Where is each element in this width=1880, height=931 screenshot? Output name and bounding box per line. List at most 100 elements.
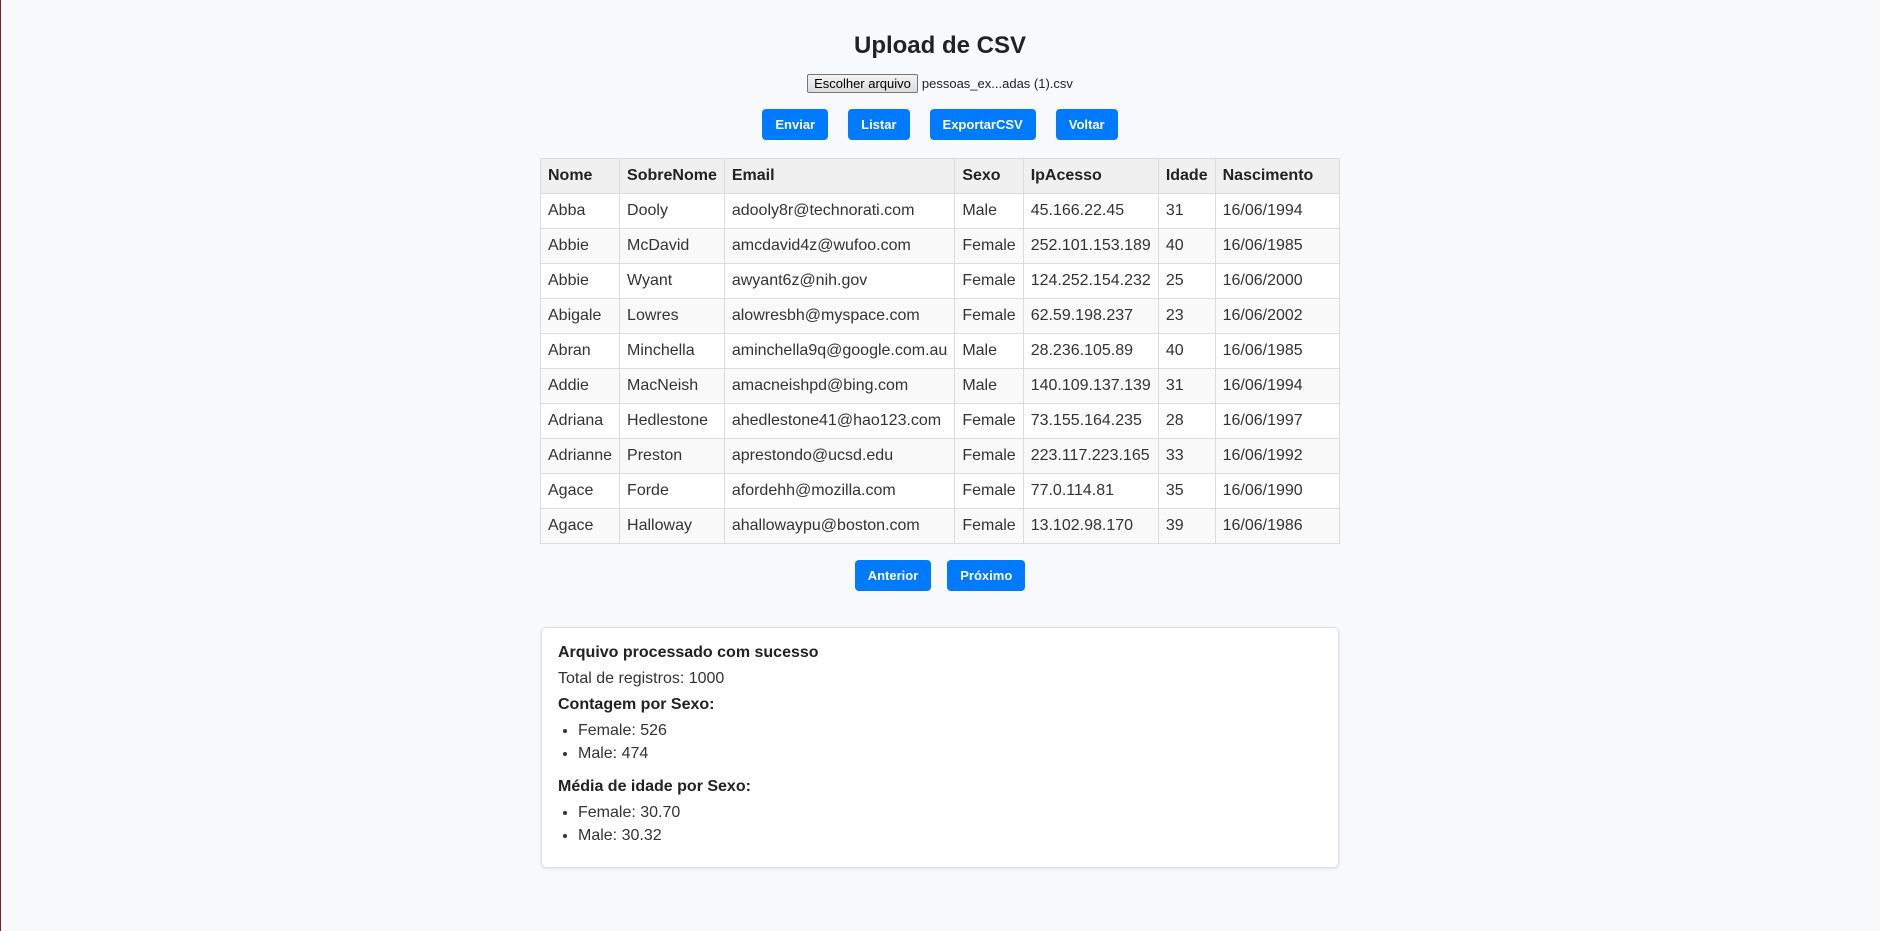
cell-nome: Abigale [539, 298, 621, 334]
file-input[interactable]: Escolher arquivo pessoas_ex...adas (1).c… [807, 74, 1073, 93]
cell-sobrenome: Forde [619, 473, 725, 509]
table-row: Adriana Hedlestone ahedlestone41@hao123.… [539, 403, 1341, 439]
cell-ip: 62.59.198.237 [1022, 298, 1159, 334]
cell-ip: 45.166.22.45 [1022, 193, 1159, 229]
cell-sexo: Male [954, 368, 1024, 404]
cell-nome: Abran [539, 333, 621, 369]
cell-idade: 39 [1157, 508, 1216, 544]
cell-sexo: Male [954, 333, 1024, 369]
table-row: Adrianne Preston aprestondo@ucsd.edu Fem… [539, 438, 1341, 474]
cell-sexo: Female [954, 403, 1024, 439]
cell-email: ahedlestone41@hao123.com [723, 403, 956, 439]
cell-ip: 124.252.154.232 [1022, 263, 1159, 299]
cell-idade: 23 [1157, 298, 1216, 334]
table-row: Agace Halloway ahallowaypu@boston.com Fe… [539, 508, 1341, 544]
list-item: Male: 30.32 [578, 824, 1322, 847]
cell-sobrenome: Lowres [619, 298, 725, 334]
back-button[interactable]: Voltar [1055, 109, 1118, 140]
cell-sobrenome: Halloway [619, 508, 725, 544]
cell-email: aprestondo@ucsd.edu [723, 438, 956, 474]
cell-ip: 223.117.223.165 [1022, 438, 1159, 474]
cell-ip: 252.101.153.189 [1022, 228, 1159, 264]
column-header: Sexo [954, 158, 1024, 194]
cell-nascimento: 16/06/2002 [1214, 298, 1341, 334]
table-header-row: Nome SobreNome Email Sexo IpAcesso Idade… [539, 158, 1341, 194]
action-toolbar: Enviar Listar ExportarCSV Voltar [762, 109, 1118, 140]
list-button[interactable]: Listar [848, 109, 910, 140]
cell-nascimento: 16/06/1992 [1214, 438, 1341, 474]
total-records-text: Total de registros: 1000 [558, 670, 725, 687]
table-row: Abran Minchella aminchella9q@google.com.… [539, 333, 1341, 369]
column-header: SobreNome [619, 158, 725, 194]
next-page-button[interactable]: Próximo [947, 560, 1026, 591]
cell-nome: Agace [539, 473, 621, 509]
result-summary-card: Arquivo processado com sucesso Total de … [541, 627, 1339, 868]
cell-idade: 25 [1157, 263, 1216, 299]
table-row: Addie MacNeish amacneishpd@bing.com Male… [539, 368, 1341, 404]
cell-nome: Addie [539, 368, 621, 404]
cell-ip: 73.155.164.235 [1022, 403, 1159, 439]
cell-sobrenome: MacNeish [619, 368, 725, 404]
table-row: Abbie Wyant awyant6z@nih.gov Female 124.… [539, 263, 1341, 299]
column-header: IpAcesso [1022, 158, 1159, 194]
avg-age-by-sex-list: Female: 30.70 Male: 30.32 [558, 801, 1322, 847]
cell-idade: 33 [1157, 438, 1216, 474]
cell-email: amcdavid4z@wufoo.com [723, 228, 956, 264]
cell-nome: Abbie [539, 228, 621, 264]
previous-page-button[interactable]: Anterior [854, 560, 932, 591]
cell-email: awyant6z@nih.gov [723, 263, 956, 299]
records-table: Nome SobreNome Email Sexo IpAcesso Idade… [539, 158, 1341, 544]
file-name-label: pessoas_ex...adas (1).csv [921, 76, 1073, 91]
cell-email: aminchella9q@google.com.au [723, 333, 956, 369]
cell-idade: 35 [1157, 473, 1216, 509]
cell-nascimento: 16/06/1985 [1214, 228, 1341, 264]
cell-email: amacneishpd@bing.com [723, 368, 956, 404]
cell-nome: Adrianne [539, 438, 621, 474]
cell-ip: 13.102.98.170 [1022, 508, 1159, 544]
cell-sobrenome: Dooly [619, 193, 725, 229]
cell-sexo: Female [954, 298, 1024, 334]
cell-email: adooly8r@technorati.com [723, 193, 956, 229]
cell-email: alowresbh@myspace.com [723, 298, 956, 334]
cell-idade: 40 [1157, 333, 1216, 369]
summary-heading: Arquivo processado com sucesso [558, 644, 819, 661]
page-title: Upload de CSV [853, 32, 1027, 59]
cell-nascimento: 16/06/1994 [1214, 193, 1341, 229]
cell-sobrenome: Minchella [619, 333, 725, 369]
cell-ip: 28.236.105.89 [1022, 333, 1159, 369]
cell-sobrenome: Preston [619, 438, 725, 474]
count-by-sex-list: Female: 526 Male: 474 [558, 719, 1322, 765]
cell-nascimento: 16/06/1985 [1214, 333, 1341, 369]
avg-age-by-sex-title: Média de idade por Sexo: [558, 778, 751, 795]
cell-nome: Abbie [539, 263, 621, 299]
pagination: Anterior Próximo [854, 560, 1026, 591]
cell-nascimento: 16/06/1994 [1214, 368, 1341, 404]
cell-idade: 31 [1157, 193, 1216, 229]
cell-nascimento: 16/06/1986 [1214, 508, 1341, 544]
export-csv-button[interactable]: ExportarCSV [929, 109, 1036, 140]
send-button[interactable]: Enviar [762, 109, 829, 140]
cell-nome: Adriana [539, 403, 621, 439]
list-item: Male: 474 [578, 742, 1322, 765]
cell-idade: 40 [1157, 228, 1216, 264]
cell-ip: 140.109.137.139 [1022, 368, 1159, 404]
cell-email: afordehh@mozilla.com [723, 473, 956, 509]
cell-email: ahallowaypu@boston.com [723, 508, 956, 544]
table-row: Abba Dooly adooly8r@technorati.com Male … [539, 193, 1341, 229]
main-container: Upload de CSV Escolher arquivo pessoas_e… [539, 0, 1341, 868]
table-row: Abbie McDavid amcdavid4z@wufoo.com Femal… [539, 228, 1341, 264]
count-by-sex-title: Contagem por Sexo: [558, 696, 715, 713]
choose-file-button[interactable]: Escolher arquivo [807, 74, 918, 93]
column-header: Nascimento [1214, 158, 1341, 194]
cell-sexo: Female [954, 228, 1024, 264]
window-edge [0, 0, 1, 931]
column-header: Email [723, 158, 956, 194]
cell-nome: Agace [539, 508, 621, 544]
cell-nome: Abba [539, 193, 621, 229]
cell-sexo: Female [954, 473, 1024, 509]
cell-ip: 77.0.114.81 [1022, 473, 1159, 509]
list-item: Female: 30.70 [578, 801, 1322, 824]
table-row: Abigale Lowres alowresbh@myspace.com Fem… [539, 298, 1341, 334]
cell-sobrenome: Hedlestone [619, 403, 725, 439]
cell-sobrenome: McDavid [619, 228, 725, 264]
